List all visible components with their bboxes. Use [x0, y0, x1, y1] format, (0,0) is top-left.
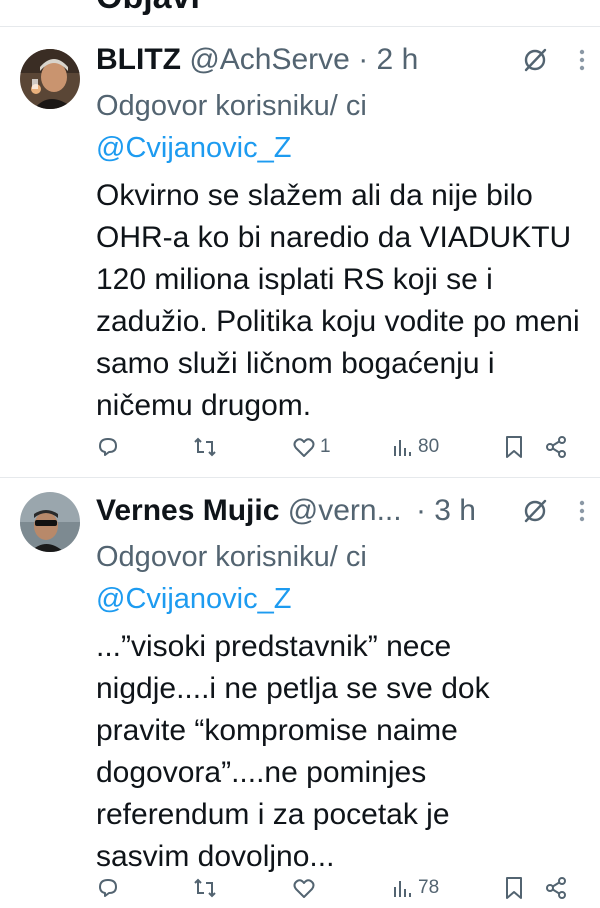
- avatar[interactable]: [20, 492, 80, 552]
- author-name[interactable]: BLITZ: [96, 43, 181, 76]
- tweet-time[interactable]: 2 h: [377, 43, 419, 76]
- more-icon[interactable]: [578, 498, 586, 524]
- heart-icon: [292, 436, 316, 458]
- share-icon: [544, 435, 568, 459]
- more-icon[interactable]: [578, 47, 586, 73]
- bookmark-icon: [504, 435, 524, 459]
- tweet-header: Vernes Mujic @vern... · 3 h: [96, 494, 600, 528]
- reply-context: Odgovor korisniku/ ci @Cvijanovic_Z: [96, 85, 406, 169]
- share-button[interactable]: [544, 876, 568, 900]
- reply-prefix: Odgovor korisniku/ ci: [96, 90, 367, 122]
- reply-icon: [96, 435, 120, 459]
- views-button[interactable]: 80: [392, 436, 504, 458]
- reply-mention-link[interactable]: @Cvijanovic_Z: [96, 583, 291, 615]
- separator-dot: ·: [415, 494, 426, 527]
- reply-button[interactable]: [96, 435, 192, 459]
- author-handle[interactable]: @vern...: [288, 494, 402, 527]
- views-count: 78: [418, 877, 440, 898]
- bookmark-button[interactable]: [504, 435, 544, 459]
- heart-icon: [292, 877, 316, 899]
- tweet[interactable]: BLITZ @AchServe · 2 h Odgovor korisniku/…: [0, 27, 600, 478]
- tweet-time[interactable]: 3 h: [434, 494, 476, 527]
- like-button[interactable]: [292, 877, 392, 899]
- tweet-text: Okvirno se slažem ali da nije bilo OHR-a…: [96, 179, 580, 422]
- tweet[interactable]: Vernes Mujic @vern... · 3 h Odgovor kori…: [0, 478, 600, 900]
- like-button[interactable]: 1: [292, 436, 392, 458]
- reply-icon: [96, 876, 120, 900]
- separator-dot: ·: [358, 43, 369, 76]
- action-bar: 78: [96, 868, 588, 908]
- views-button[interactable]: 78: [392, 877, 504, 899]
- share-button[interactable]: [544, 435, 568, 459]
- retweet-icon: [192, 435, 218, 459]
- reply-context: Odgovor korisniku/ ci @Cvijanovic_Z: [96, 536, 406, 620]
- views-icon: [392, 877, 414, 899]
- avatar[interactable]: [20, 49, 80, 109]
- tweet-header: BLITZ @AchServe · 2 h: [96, 43, 600, 77]
- grok-icon[interactable]: [522, 498, 548, 524]
- page-title-partial: Objavi: [96, 0, 200, 17]
- retweet-button[interactable]: [192, 435, 292, 459]
- retweet-icon: [192, 876, 218, 900]
- author-name[interactable]: Vernes Mujic: [96, 494, 279, 527]
- tweet-text: ...”visoki predstavnik” nece nigdje....i…: [96, 630, 490, 873]
- reply-mention-link[interactable]: @Cvijanovic_Z: [96, 132, 291, 164]
- grok-icon[interactable]: [522, 47, 548, 73]
- reply-prefix: Odgovor korisniku/ ci: [96, 541, 367, 573]
- share-icon: [544, 876, 568, 900]
- action-bar: 1 80: [96, 427, 588, 467]
- views-count: 80: [418, 436, 440, 457]
- bookmark-button[interactable]: [504, 876, 544, 900]
- bookmark-icon: [504, 876, 524, 900]
- reply-button[interactable]: [96, 876, 192, 900]
- like-count: 1: [320, 436, 331, 457]
- top-bar: Objavi: [0, 0, 600, 27]
- retweet-button[interactable]: [192, 876, 292, 900]
- author-handle[interactable]: @AchServe: [189, 43, 350, 76]
- views-icon: [392, 436, 414, 458]
